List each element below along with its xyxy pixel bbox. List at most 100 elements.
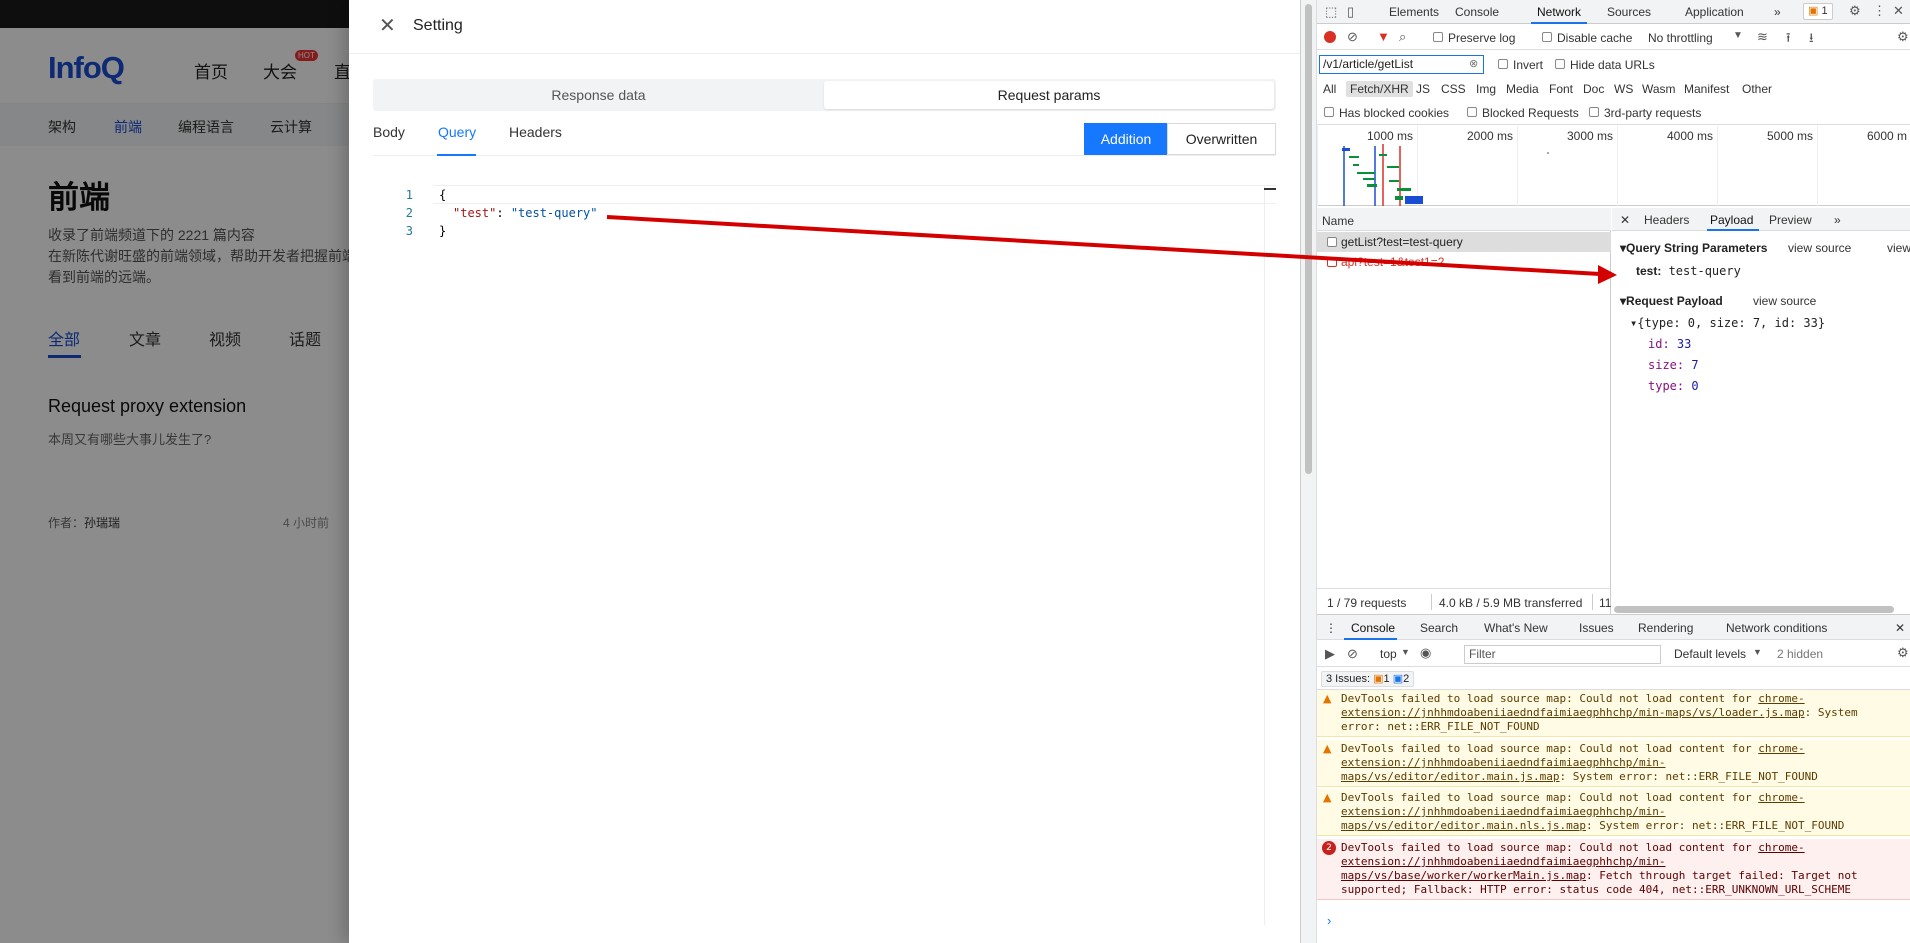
throttling-select[interactable]: No throttling: [1648, 31, 1713, 45]
tab-elements[interactable]: Elements: [1389, 5, 1439, 19]
tab-payload[interactable]: Payload: [1710, 213, 1753, 227]
payload-section[interactable]: ▾Request Payload: [1620, 294, 1723, 308]
download-icon[interactable]: ⭳: [1809, 29, 1814, 51]
view-source-link[interactable]: view source: [1788, 241, 1851, 255]
record-icon[interactable]: [1324, 31, 1336, 43]
filter-wasm[interactable]: Wasm: [1638, 81, 1680, 97]
clear-icon[interactable]: ⊘: [1347, 29, 1358, 45]
filter-img[interactable]: Img: [1472, 81, 1500, 97]
filter-input[interactable]: /v1/article/getList: [1319, 55, 1484, 74]
filter-media[interactable]: Media: [1502, 81, 1543, 97]
segment-request-params[interactable]: Request params: [824, 81, 1274, 109]
issues-counter[interactable]: 3 Issues: ▣1 ▣2: [1321, 671, 1415, 687]
blocked-requests-checkbox[interactable]: [1467, 107, 1477, 117]
filter-fetch-xhr[interactable]: Fetch/XHR: [1346, 81, 1413, 97]
console-filter-input[interactable]: Filter: [1464, 645, 1661, 664]
context-selector[interactable]: top: [1380, 647, 1397, 661]
chevron-down-icon[interactable]: ▼: [1753, 647, 1762, 657]
eye-icon[interactable]: ◉: [1420, 645, 1431, 661]
name-column-header[interactable]: Name: [1317, 208, 1611, 231]
filter-manifest[interactable]: Manifest: [1680, 81, 1733, 97]
query-params-section[interactable]: ▾Query String Parameters: [1620, 241, 1767, 255]
gear-icon[interactable]: ⚙: [1849, 3, 1861, 19]
gear-icon[interactable]: ⚙: [1897, 29, 1909, 45]
code-line: }: [439, 224, 447, 238]
close-icon[interactable]: ✕: [1895, 621, 1905, 635]
third-party-checkbox[interactable]: [1589, 107, 1599, 117]
tab-sources[interactable]: Sources: [1607, 5, 1651, 19]
filter-js[interactable]: JS: [1412, 81, 1434, 97]
invert-checkbox[interactable]: [1498, 59, 1508, 69]
console-warning: ▲ DevTools failed to load source map: Cou…: [1317, 740, 1910, 787]
code-line: {: [439, 188, 447, 202]
warning-icon: ▣: [1373, 673, 1384, 685]
request-row[interactable]: getList?test=test-query: [1317, 232, 1611, 252]
filter-other[interactable]: Other: [1738, 81, 1776, 97]
tab-issues[interactable]: Issues: [1579, 621, 1614, 635]
tab-network[interactable]: Network: [1537, 5, 1581, 19]
upload-icon[interactable]: ⭱: [1786, 29, 1791, 51]
issues-badge[interactable]: ▣ 1: [1803, 3, 1833, 20]
tab-console[interactable]: Console: [1351, 621, 1395, 635]
gear-icon[interactable]: ⚙: [1897, 645, 1909, 661]
filter-icon[interactable]: ▼: [1377, 29, 1390, 44]
disable-cache-checkbox[interactable]: [1542, 32, 1552, 42]
tab-preview[interactable]: Preview: [1769, 213, 1812, 227]
filter-css[interactable]: CSS: [1437, 81, 1470, 97]
tab-rendering[interactable]: Rendering: [1638, 621, 1693, 635]
code-editor[interactable]: 1 2 3 { "test": "test-query" }: [373, 185, 1276, 925]
close-icon[interactable]: ✕: [1893, 3, 1904, 19]
segment-response-data[interactable]: Response data: [375, 81, 822, 109]
network-timeline[interactable]: 1000 ms 2000 ms 3000 ms 4000 ms 5000 ms …: [1317, 126, 1910, 206]
tab-query[interactable]: Query: [438, 124, 476, 140]
page-scrollbar[interactable]: [1301, 0, 1317, 943]
device-toggle-icon[interactable]: ▯: [1347, 4, 1354, 20]
filter-all[interactable]: All: [1319, 81, 1340, 97]
line-number: 3: [405, 224, 413, 238]
network-conditions-icon[interactable]: ≋: [1757, 29, 1768, 45]
preserve-log-checkbox[interactable]: [1433, 32, 1443, 42]
tab-divider: [373, 155, 1276, 156]
timeline-waterfall: [1342, 144, 1549, 206]
tab-body[interactable]: Body: [373, 124, 405, 140]
resources-size: 11: [1599, 596, 1612, 610]
tab-search[interactable]: Search: [1420, 621, 1458, 635]
kebab-menu-icon[interactable]: ⋮: [1325, 621, 1337, 635]
scrollbar-thumb[interactable]: [1305, 4, 1312, 474]
search-icon[interactable]: ⌕: [1399, 29, 1406, 45]
tab-network-conditions[interactable]: Network conditions: [1726, 621, 1827, 635]
chevron-down-icon[interactable]: ▼: [1401, 647, 1410, 657]
chevron-down-icon[interactable]: ▼: [1733, 30, 1743, 41]
filter-doc[interactable]: Doc: [1579, 81, 1608, 97]
more-tabs-icon[interactable]: »: [1834, 213, 1841, 227]
tab-console[interactable]: Console: [1455, 5, 1499, 19]
kebab-menu-icon[interactable]: ⋮: [1873, 3, 1886, 19]
close-icon[interactable]: ✕: [379, 15, 399, 37]
sidebar-toggle-icon[interactable]: ▶: [1325, 646, 1335, 662]
editor-scrollbar[interactable]: [1264, 185, 1276, 925]
view-source-link[interactable]: view source: [1753, 294, 1816, 308]
tab-headers[interactable]: Headers: [1644, 213, 1689, 227]
filter-font[interactable]: Font: [1545, 81, 1577, 97]
hide-data-urls-checkbox[interactable]: [1555, 59, 1565, 69]
addition-button[interactable]: Addition: [1084, 123, 1168, 155]
overwritten-button[interactable]: Overwritten: [1167, 123, 1276, 155]
clear-console-icon[interactable]: ⊘: [1347, 646, 1358, 662]
tab-whats-new[interactable]: What's New: [1484, 621, 1548, 635]
close-icon[interactable]: ✕: [1620, 213, 1630, 227]
detail-scrollbar-track: [1612, 588, 1910, 614]
inspect-icon[interactable]: ⬚: [1325, 4, 1337, 20]
payload-object[interactable]: ▾{type: 0, size: 7, id: 33}: [1630, 316, 1825, 330]
more-tabs-icon[interactable]: »: [1774, 5, 1781, 19]
request-row[interactable]: api?test=1&test1=2: [1317, 252, 1611, 272]
clear-filter-icon[interactable]: ⊗: [1469, 57, 1478, 70]
blocked-cookies-checkbox[interactable]: [1324, 107, 1334, 117]
horizontal-scrollbar[interactable]: [1614, 606, 1894, 613]
filter-ws[interactable]: WS: [1610, 81, 1637, 97]
warning-icon: ▲: [1323, 791, 1332, 804]
tab-application[interactable]: Application: [1685, 5, 1744, 19]
log-levels-select[interactable]: Default levels: [1674, 647, 1746, 661]
console-prompt[interactable]: ›: [1327, 913, 1331, 928]
view-url-encoded-link[interactable]: view: [1887, 241, 1910, 255]
tab-headers[interactable]: Headers: [509, 124, 562, 140]
